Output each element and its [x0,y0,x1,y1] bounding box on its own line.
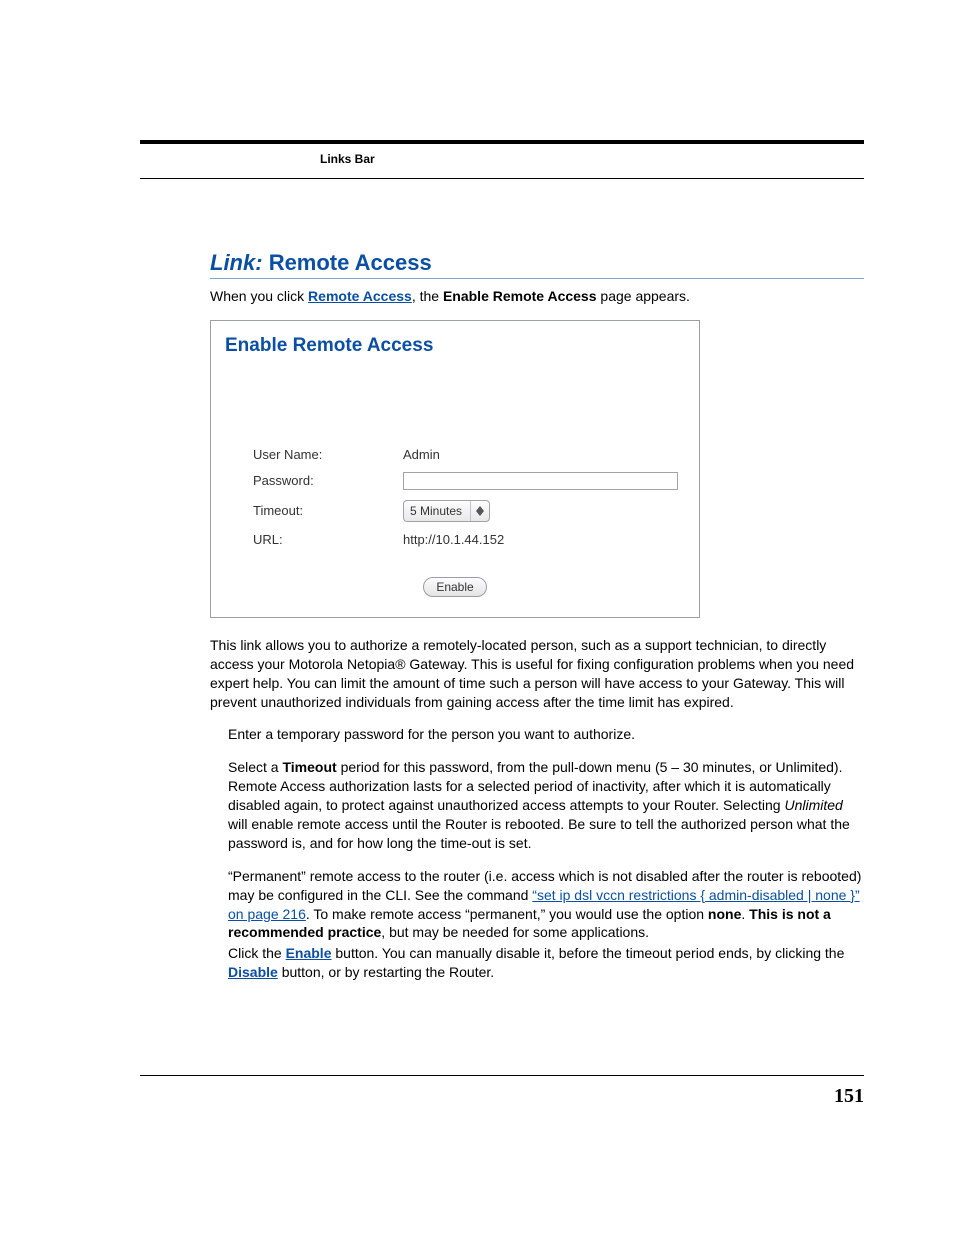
timeout-label: Timeout: [225,503,403,518]
header-underline [140,178,864,179]
header-links-bar: Links Bar [320,152,375,166]
lead-after: page appears. [597,288,690,304]
top-rule [140,140,864,144]
updown-icon [470,501,487,521]
enable-button[interactable]: Enable [423,577,486,597]
e-c: button, or by restarting the Router. [278,964,494,980]
row-timeout: Timeout: 5 Minutes [225,500,685,522]
lead-paragraph: When you click Remote Access, the Enable… [210,287,864,306]
enable-link[interactable]: Enable [286,945,332,961]
panel-title: Enable Remote Access [225,335,685,357]
password-input[interactable] [403,472,678,490]
p-c: . [741,906,749,922]
enable-remote-access-panel: Enable Remote Access User Name: Admin Pa… [210,320,700,618]
page: Links Bar Link: Remote Access When you c… [0,0,954,1235]
t-a: Select a [228,759,282,775]
lead-mid: , the [412,288,443,304]
section-title: Link: Remote Access [210,250,864,279]
t-c: will enable remote access until the Rout… [228,816,850,851]
t-ital: Unlimited [784,797,842,813]
url-value: http://10.1.44.152 [403,532,685,547]
username-value: Admin [403,447,685,462]
step-permanent: “Permanent” remote access to the router … [210,867,864,943]
username-label: User Name: [225,447,403,462]
password-label: Password: [225,473,403,488]
lead-bold: Enable Remote Access [443,288,597,304]
row-url: URL: http://10.1.44.152 [225,532,685,547]
lead-before: When you click [210,288,308,304]
disable-link[interactable]: Disable [228,964,278,980]
e-a: Click the [228,945,286,961]
step-enable: Click the Enable button. You can manuall… [210,944,864,982]
timeout-selected: 5 Minutes [410,504,470,518]
row-username: User Name: Admin [225,447,685,462]
p-d: , but may be needed for some application… [381,924,649,940]
bottom-rule [140,1075,864,1076]
step-timeout: Select a Timeout period for this passwor… [210,758,864,852]
e-b: button. You can manually disable it, bef… [331,945,844,961]
p-b: . To make remote access “permanent,” you… [306,906,708,922]
step-enter-password: Enter a temporary password for the perso… [210,725,864,744]
section-name: Remote Access [269,250,432,275]
timeout-select[interactable]: 5 Minutes [403,500,490,522]
url-label: URL: [225,532,403,547]
p-none: none [708,906,741,922]
row-password: Password: [225,472,685,490]
remote-access-link[interactable]: Remote Access [308,288,412,304]
page-number: 151 [834,1085,864,1108]
content: Link: Remote Access When you click Remot… [210,250,864,996]
paragraph-overview: This link allows you to authorize a remo… [210,636,864,712]
t-bold: Timeout [282,759,336,775]
section-prefix: Link: [210,250,263,275]
form-area: User Name: Admin Password: Timeout: 5 Mi… [225,447,685,597]
